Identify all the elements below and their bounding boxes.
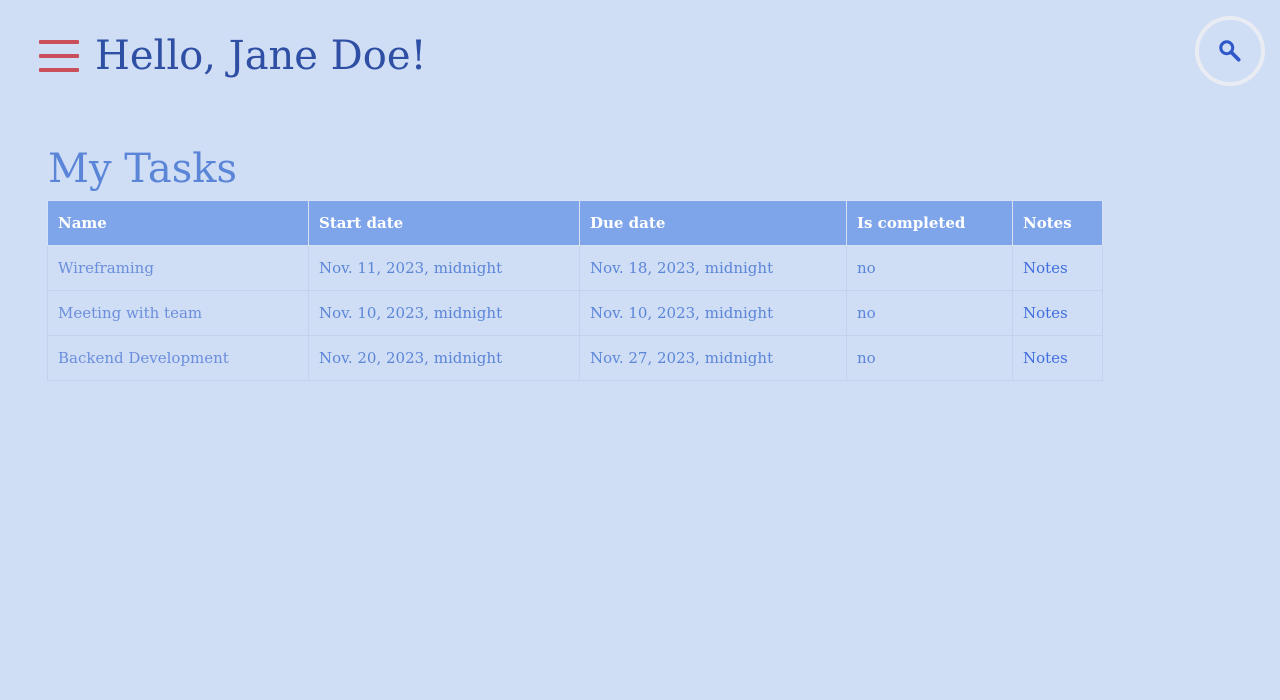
section-title: My Tasks — [48, 146, 237, 192]
task-start-date: Nov. 20, 2023, midnight — [308, 335, 580, 381]
task-notes-cell: Notes — [1012, 335, 1103, 381]
task-start-date: Nov. 10, 2023, midnight — [308, 290, 580, 336]
menu-bar-bottom — [39, 68, 79, 72]
notes-link[interactable]: Notes — [1023, 349, 1068, 367]
task-completed: no — [846, 245, 1013, 291]
search-button[interactable] — [1195, 16, 1265, 86]
column-header-notes: Notes — [1012, 200, 1103, 246]
task-completed: no — [846, 290, 1013, 336]
search-icon — [1219, 40, 1241, 62]
hamburger-menu-icon[interactable] — [39, 40, 79, 72]
header: Hello, Jane Doe! — [39, 30, 427, 82]
page: Hello, Jane Doe! My Tasks Name Start dat… — [0, 0, 1280, 700]
table-row: Meeting with team Nov. 10, 2023, midnigh… — [47, 290, 1103, 336]
task-due-date: Nov. 10, 2023, midnight — [579, 290, 847, 336]
tasks-table: Name Start date Due date Is completed No… — [47, 200, 1103, 381]
table-row: Backend Development Nov. 20, 2023, midni… — [47, 335, 1103, 381]
menu-bar-middle — [39, 54, 79, 58]
notes-link[interactable]: Notes — [1023, 259, 1068, 277]
menu-bar-top — [39, 40, 79, 44]
task-due-date: Nov. 18, 2023, midnight — [579, 245, 847, 291]
greeting-title: Hello, Jane Doe! — [95, 33, 427, 79]
task-start-date: Nov. 11, 2023, midnight — [308, 245, 580, 291]
column-header-name: Name — [47, 200, 309, 246]
column-header-start-date: Start date — [308, 200, 580, 246]
notes-link[interactable]: Notes — [1023, 304, 1068, 322]
task-completed: no — [846, 335, 1013, 381]
task-notes-cell: Notes — [1012, 245, 1103, 291]
table-header-row: Name Start date Due date Is completed No… — [47, 200, 1103, 246]
column-header-due-date: Due date — [579, 200, 847, 246]
task-name: Backend Development — [47, 335, 309, 381]
table-row: Wireframing Nov. 11, 2023, midnight Nov.… — [47, 245, 1103, 291]
task-due-date: Nov. 27, 2023, midnight — [579, 335, 847, 381]
task-name: Wireframing — [47, 245, 309, 291]
task-notes-cell: Notes — [1012, 290, 1103, 336]
column-header-is-completed: Is completed — [846, 200, 1013, 246]
task-name: Meeting with team — [47, 290, 309, 336]
